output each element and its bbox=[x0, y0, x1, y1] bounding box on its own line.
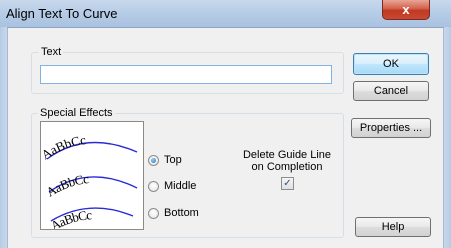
cancel-button[interactable]: Cancel bbox=[353, 81, 429, 101]
radio-middle[interactable]: Middle bbox=[148, 179, 196, 193]
properties-button[interactable]: Properties ... bbox=[351, 118, 431, 138]
radio-middle-button[interactable] bbox=[148, 180, 159, 192]
curve-preview-graphic: AaBbCc AaBbCc AaBbCc bbox=[39, 132, 138, 233]
preview-top-text: AaBbCc bbox=[39, 132, 87, 162]
preview-middle-text: AaBbCc bbox=[43, 171, 89, 200]
checkmark-icon: ✓ bbox=[283, 178, 292, 189]
text-input[interactable] bbox=[40, 65, 332, 84]
radio-bottom-button[interactable] bbox=[148, 207, 159, 219]
radio-top[interactable]: Top bbox=[148, 153, 182, 167]
radio-bottom-label: Bottom bbox=[164, 207, 199, 219]
ok-button[interactable]: OK bbox=[353, 53, 429, 75]
title-bar: Align Text To Curve x bbox=[0, 0, 451, 28]
svg-text:AaBbCc: AaBbCc bbox=[41, 132, 87, 162]
close-icon: x bbox=[402, 2, 410, 17]
window-title: Align Text To Curve bbox=[6, 6, 118, 21]
radio-bottom[interactable]: Bottom bbox=[148, 206, 199, 220]
delete-guide-line-label: Delete Guide Line on Completion bbox=[228, 149, 346, 173]
window-frame-right bbox=[444, 27, 451, 248]
preview-bottom-text: AaBbCc bbox=[48, 207, 93, 233]
close-button[interactable]: x bbox=[382, 0, 430, 20]
text-group-label: Text bbox=[39, 46, 64, 58]
radio-top-label: Top bbox=[164, 154, 182, 166]
delete-guide-line-checkbox[interactable]: ✓ bbox=[281, 177, 294, 190]
special-effects-label: Special Effects bbox=[38, 107, 115, 119]
preview-top-curve: AaBbCc bbox=[39, 132, 138, 162]
preview-middle-curve: AaBbCc bbox=[43, 171, 138, 200]
radio-top-button[interactable] bbox=[148, 154, 159, 166]
window-frame-left bbox=[0, 27, 7, 248]
svg-text:AaBbCc: AaBbCc bbox=[48, 207, 93, 229]
delete-guide-line-label-line1: Delete Guide Line bbox=[242, 149, 332, 161]
help-button[interactable]: Help bbox=[355, 217, 431, 237]
radio-middle-label: Middle bbox=[164, 180, 197, 192]
preview-bottom-curve: AaBbCc bbox=[48, 207, 134, 233]
delete-guide-line-label-line2: on Completion bbox=[251, 161, 323, 173]
svg-text:AaBbCc: AaBbCc bbox=[43, 171, 89, 200]
curve-preview: AaBbCc AaBbCc AaBbCc bbox=[39, 121, 144, 233]
